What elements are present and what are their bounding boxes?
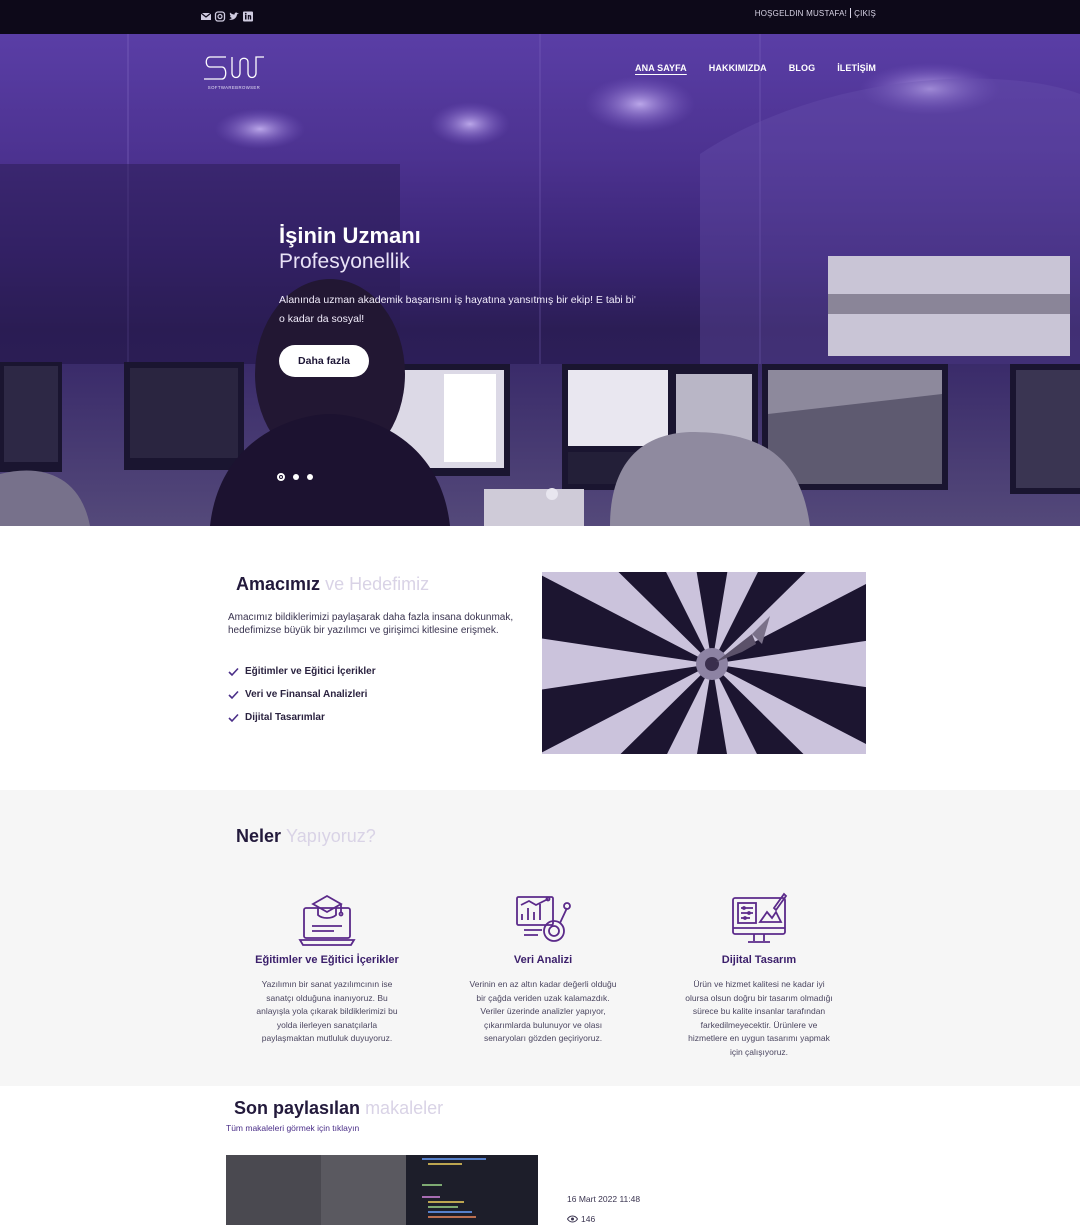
goals-description: Amacımız bildiklerimizi paylaşarak daha … — [228, 612, 514, 636]
main-nav: ANA SAYFA HAKKIMIZDA BLOG İLETİŞİM — [635, 63, 876, 73]
graduation-laptop-icon — [298, 894, 356, 946]
articles-title-light: makaleler — [365, 1098, 444, 1118]
welcome-area: HOŞGELDIN MUSTAFA! ÇIKIŞ — [755, 8, 876, 18]
data-analysis-icon — [516, 896, 571, 942]
check-icon — [228, 667, 239, 676]
instagram-icon[interactable] — [214, 10, 226, 23]
top-bar: HOŞGELDIN MUSTAFA! ÇIKIŞ — [0, 0, 1080, 34]
digital-design-icon — [732, 892, 788, 943]
nav-item-contact[interactable]: İLETİŞİM — [837, 63, 876, 73]
articles-title: Son paylasılan makaleler — [234, 1098, 443, 1119]
goals-item-label: Eğitimler ve Eğitici İçerikler — [245, 666, 376, 677]
articles-title-bold: Son paylasılan — [234, 1098, 361, 1118]
services-title-bold: Neler — [236, 826, 282, 846]
hero-text-line-1: Alanında uzman akademik başarısını iş ha… — [279, 294, 636, 306]
list-item: Veri ve Finansal Analizleri — [228, 683, 376, 706]
hero-subtitle: Profesyonellik — [279, 250, 410, 273]
goals-item-label: Veri ve Finansal Analizleri — [245, 689, 368, 700]
list-item: Dijital Tasarımlar — [228, 706, 376, 729]
list-item: Eğitimler ve Eğitici İçerikler — [228, 660, 376, 683]
nav-item-about[interactable]: HAKKIMIZDA — [709, 63, 767, 73]
goals-item-label: Dijital Tasarımlar — [245, 712, 325, 723]
site-logo[interactable]: SOFTWAREBROWSER — [200, 54, 268, 99]
service-title: Veri Analizi — [513, 954, 573, 966]
goals-title: Amacımız ve Hedefimiz — [236, 574, 429, 595]
hero-text: Alanında uzman akademik başarısını iş ha… — [279, 291, 649, 329]
hero-background-image — [0, 34, 1080, 526]
mail-icon[interactable] — [200, 10, 212, 23]
article-date: 16 Mart 2022 11:48 — [567, 1194, 641, 1204]
hero-text-line-2: o kadar da sosyal! — [279, 313, 365, 325]
article-thumbnail[interactable] — [226, 1155, 538, 1225]
service-card-data: Veri Analizi Verinin en az altın kadar d… — [458, 890, 628, 1046]
service-title: Dijital Tasarım — [721, 954, 797, 966]
check-icon — [228, 713, 239, 722]
logout-link[interactable]: ÇIKIŞ — [854, 9, 876, 18]
slider-dot-1[interactable] — [277, 473, 285, 481]
nav-item-blog[interactable]: BLOG — [789, 63, 815, 73]
service-card-education: Eğitimler ve Eğitici İçerikler Yazılımın… — [242, 890, 412, 1046]
social-links — [200, 10, 254, 23]
goals-title-bold: Amacımız — [236, 574, 321, 594]
article-views: 146 — [567, 1214, 595, 1224]
services-title-light: Yapıyoruz? — [286, 826, 376, 846]
services-section: Neler Yapıyoruz? Eğitimler ve Eğitici İç… — [0, 790, 1080, 1086]
twitter-icon[interactable] — [228, 10, 240, 23]
service-title: Eğitimler ve Eğitici İçerikler — [255, 954, 399, 966]
goals-list: Eğitimler ve Eğitici İçerikler Veri ve F… — [228, 660, 376, 729]
slider-dot-3[interactable] — [307, 474, 313, 480]
dartboard-image — [542, 572, 866, 754]
divider — [850, 8, 852, 18]
slider-dots — [277, 473, 313, 481]
article-views-count: 146 — [581, 1214, 596, 1224]
services-title: Neler Yapıyoruz? — [236, 826, 376, 847]
goals-title-light: ve Hedefimiz — [325, 574, 430, 594]
welcome-text: HOŞGELDIN MUSTAFA! — [754, 8, 848, 18]
articles-section: Son paylasılan makaleler Tüm makaleleri … — [0, 1086, 1080, 1225]
hero-slider: SOFTWAREBROWSER ANA SAYFA HAKKIMIZDA BLO… — [0, 34, 1080, 526]
logo-subtitle: SOFTWAREBROWSER — [208, 85, 260, 90]
service-text: Verinin en az altın kadar değerli olduğu… — [469, 979, 617, 1043]
goals-section: Amacımız ve Hedefimiz Amacımız bildikler… — [0, 526, 1080, 790]
service-card-design: Dijital Tasarım Ürün ve hizmet kalitesi … — [674, 890, 844, 1059]
more-button[interactable]: Daha fazla — [279, 345, 369, 377]
check-icon — [228, 690, 239, 699]
service-text: Yazılımın bir sanat yazılımcının ise san… — [256, 979, 398, 1043]
eye-icon — [567, 1215, 578, 1223]
slider-dot-2[interactable] — [293, 474, 299, 480]
service-text: Ürün ve hizmet kalitesi ne kadar iyi olu… — [685, 979, 833, 1057]
nav-item-home[interactable]: ANA SAYFA — [635, 63, 687, 73]
hero-title: İşinin Uzmanı — [279, 223, 421, 248]
all-articles-link[interactable]: Tüm makaleleri görmek için tıklayın — [226, 1123, 359, 1133]
linkedin-icon[interactable] — [242, 10, 254, 23]
